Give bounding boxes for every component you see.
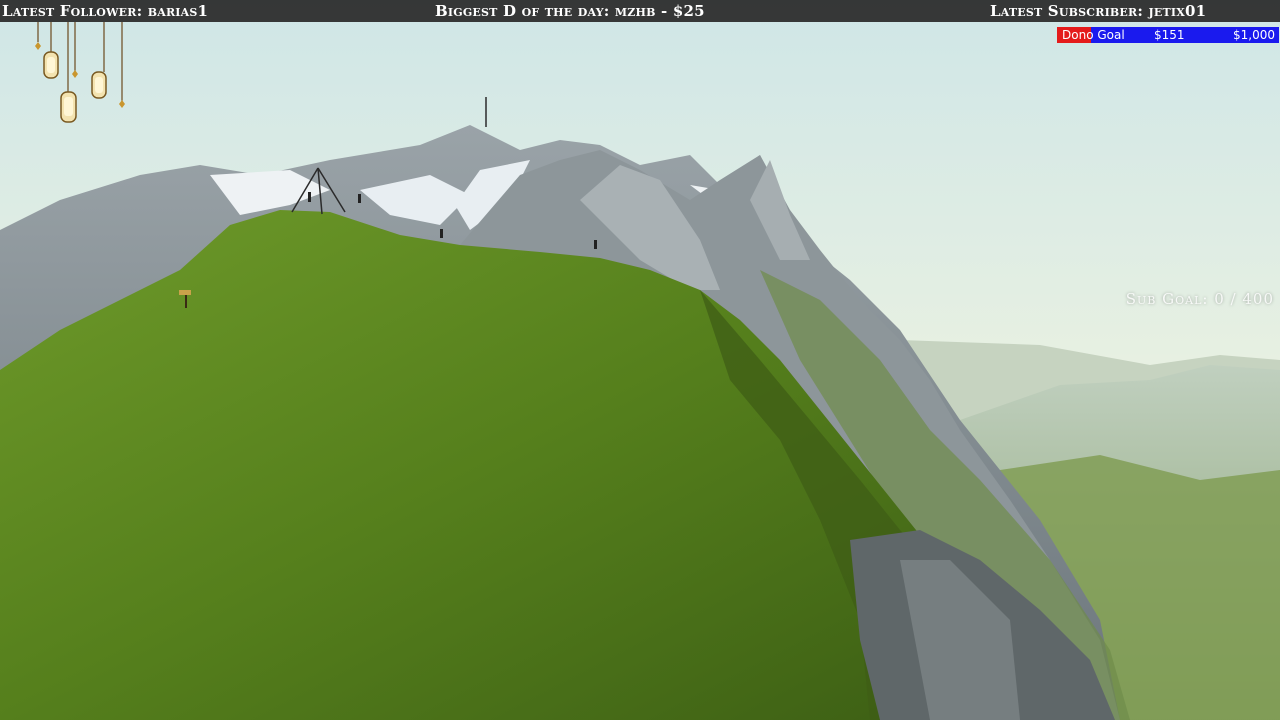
donation-goal-label: Dono Goal — [1062, 28, 1125, 42]
biggest-donation-text: Biggest D of the day: mzhb - $25 — [435, 2, 705, 20]
stream-info-bar: Latest Follower: barias1 Biggest D of th… — [0, 0, 1280, 22]
donation-goal-target: $1,000 — [1233, 28, 1275, 42]
mountain-landscape-background — [0, 0, 1280, 720]
latest-subscriber-text: Latest Subscriber: jetix01 — [990, 2, 1207, 20]
sub-goal-text: Sub Goal: 0 / 400 — [1125, 290, 1274, 308]
hanging-lanterns-icon — [35, 22, 125, 123]
latest-follower-text: Latest Follower: barias1 — [2, 2, 209, 20]
donation-goal-current: $151 — [1154, 28, 1185, 42]
donation-goal-bar: Dono Goal $151 $1,000 — [1057, 27, 1279, 43]
